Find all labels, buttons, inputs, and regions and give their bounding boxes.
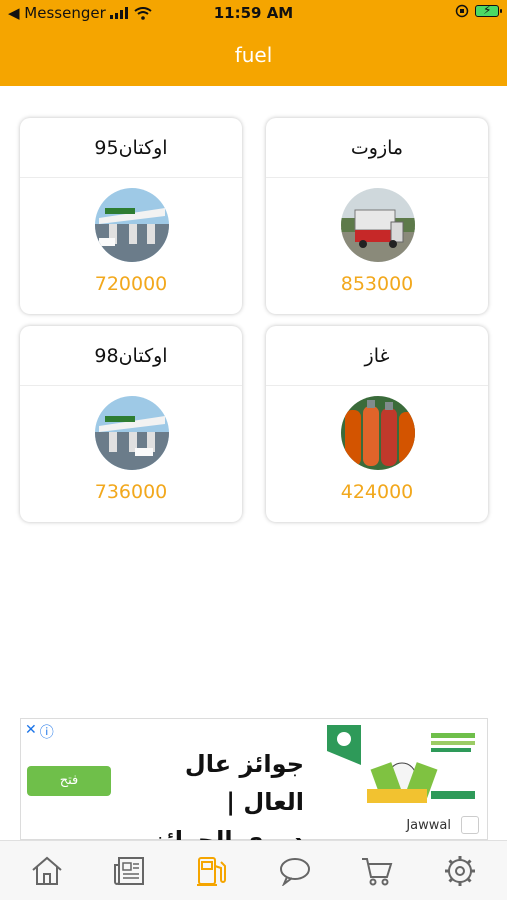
fuel-name: غاز [266,326,488,386]
fuel-name: مازوت [266,118,488,178]
fuel-name: اوكتان95 [20,118,242,178]
status-time: 11:59 AM [213,4,294,22]
fuel-card-gas[interactable]: غاز 424000 [266,326,488,522]
truck-image [341,188,415,262]
status-bar: ◀ Messenger 11:59 AM ⚡ [0,0,507,26]
ad-graphic [327,725,475,803]
chat-icon [279,857,310,886]
ad-brand: Jawwal [406,818,451,833]
fuel-price: 853000 [340,273,414,295]
gas-station-image [95,188,169,262]
settings-icon [444,855,475,886]
gas-station-image [95,396,169,470]
fuel-name: اوكتان98 [20,326,242,386]
tab-settings[interactable] [430,849,490,893]
news-icon [113,856,144,885]
fuel-price: 424000 [340,481,414,503]
ad-open-button[interactable]: فتح [27,766,111,796]
fuel-card-mazout[interactable]: مازوت 853000 [266,118,488,314]
ad-banner[interactable]: ✕ ⓘ جوائز عال العال | دوري الجوائز فتح J… [20,718,488,854]
cart-icon [362,857,393,885]
gas-cylinders-image [341,396,415,470]
battery-icon: ⚡ [475,3,502,17]
ad-headline-line1: جوائز عال العال | [184,750,304,816]
close-icon[interactable]: ✕ [25,722,37,742]
tab-chat[interactable] [265,849,325,893]
page-title: fuel [234,43,273,67]
fuel-card-octane98[interactable]: اوكتان98 736000 [20,326,242,522]
tab-fuel[interactable] [182,849,242,893]
header: fuel [0,26,507,86]
fuel-pump-icon [197,856,227,886]
home-icon [32,856,62,885]
tab-news[interactable] [100,849,160,893]
tab-bar [0,840,507,900]
info-icon[interactable]: ⓘ [40,722,54,742]
fuel-card-octane95[interactable]: اوكتان95 720000 [20,118,242,314]
fuel-price: 736000 [94,481,168,503]
fuel-grid: مازوت 853000 اوكتان95 720000 غاز 424000 … [20,118,488,522]
fuel-price: 720000 [94,273,168,295]
orientation-lock-icon [455,4,469,18]
tab-cart[interactable] [347,849,407,893]
tab-home[interactable] [17,849,77,893]
jawwal-logo-icon [461,816,479,834]
ad-controls[interactable]: ✕ ⓘ [25,722,54,742]
